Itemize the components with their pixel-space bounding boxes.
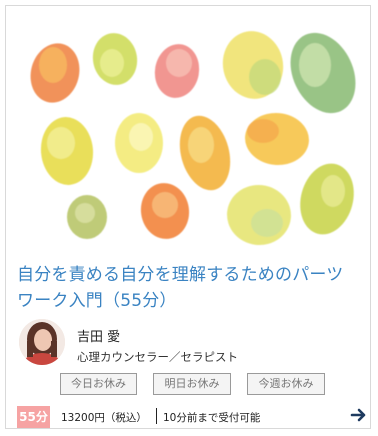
course-hero-image[interactable] [15, 15, 363, 255]
tag-today-off: 今日お休み [60, 373, 137, 395]
footer-divider [156, 408, 157, 424]
instructor-role: 心理カウンセラー／セラピスト [77, 350, 238, 364]
duration-badge: 55分 [17, 406, 50, 428]
deadline-text: 10分前まで受付可能 [163, 412, 261, 424]
arrow-right-icon[interactable] [349, 405, 369, 425]
course-title-line-1[interactable]: 自分を責める自分を理解するためのパーツ [17, 262, 362, 288]
course-card[interactable]: 自分を責める自分を理解するためのパーツ ワーク入門（55分） 吉田 愛 心理カウ… [5, 5, 371, 429]
tag-this-week-off: 今週お休み [247, 373, 325, 395]
instructor-avatar[interactable] [19, 319, 65, 365]
price-text: 13200円（税込） [61, 412, 147, 424]
tag-tomorrow-off: 明日お休み [153, 373, 231, 395]
course-title[interactable]: 自分を責める自分を理解するためのパーツ ワーク入門（55分） [17, 262, 362, 314]
instructor-name[interactable]: 吉田 愛 [77, 326, 120, 345]
instructor-photo [19, 319, 65, 365]
course-title-line-2[interactable]: ワーク入門（55分） [17, 288, 362, 314]
